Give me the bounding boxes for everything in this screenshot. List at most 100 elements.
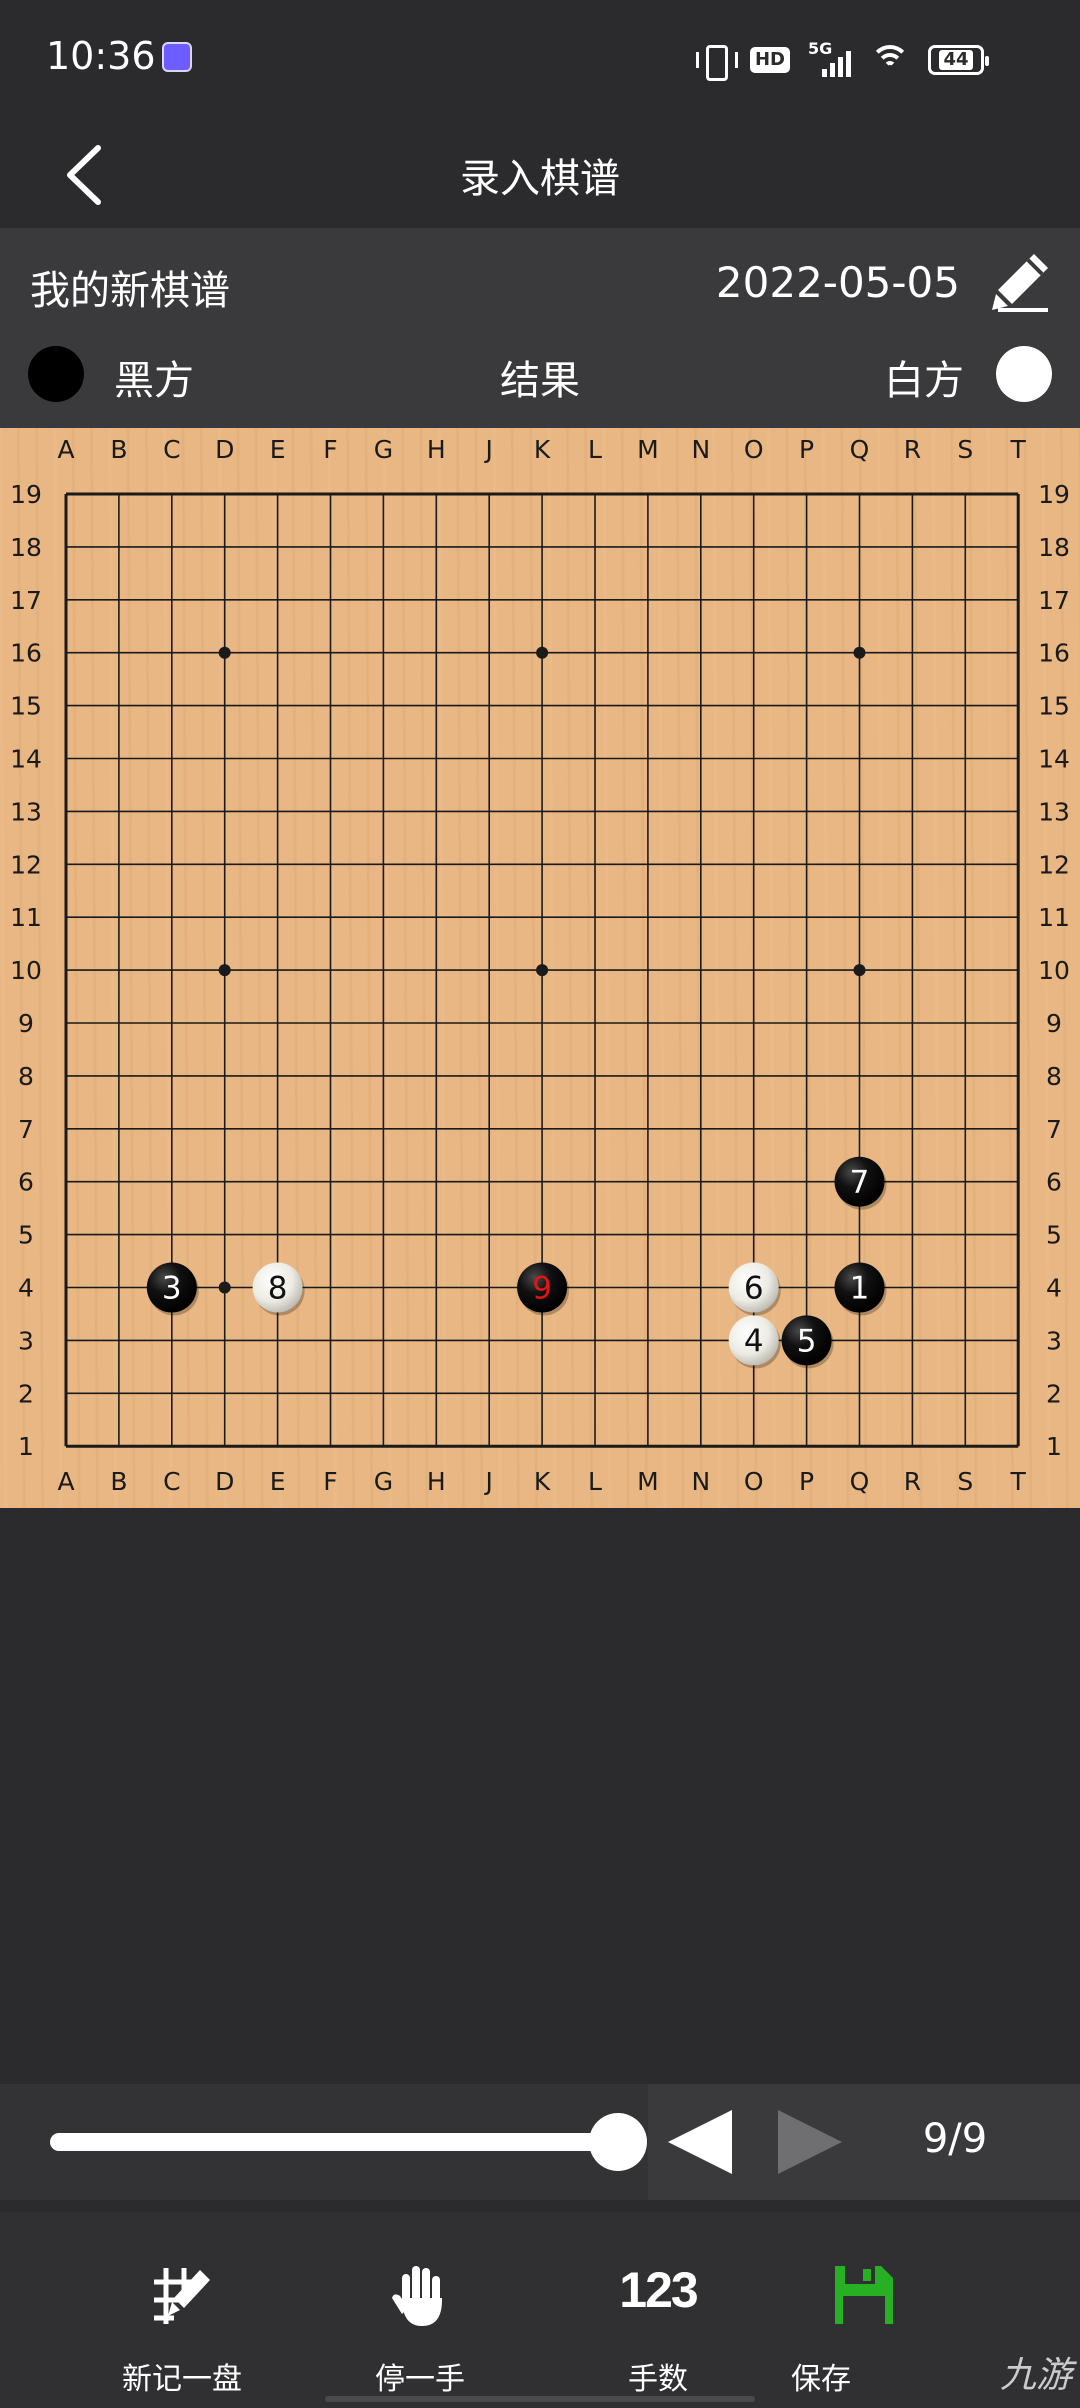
column-label: T (1010, 435, 1027, 464)
status-icons: HD 5G 44 (695, 39, 989, 81)
row-label: 2 (1046, 1379, 1062, 1408)
move-slider-thumb[interactable] (589, 2113, 647, 2171)
move-counter: 9/9 (922, 2116, 988, 2162)
floppy-disk-icon (835, 2266, 893, 2324)
column-label: B (110, 435, 127, 464)
row-label: 9 (18, 1009, 34, 1038)
column-label: S (957, 435, 973, 464)
row-label: 17 (1038, 586, 1070, 615)
star-point (853, 964, 866, 977)
column-label: J (484, 1467, 493, 1496)
hand-icon (392, 2266, 442, 2326)
column-label: P (799, 1467, 814, 1496)
row-label: 6 (18, 1168, 34, 1197)
record-date[interactable]: 2022-05-05 (716, 258, 960, 307)
pencil-icon[interactable] (988, 250, 1052, 314)
column-label: M (637, 435, 659, 464)
column-label: K (534, 1467, 551, 1496)
stone-move-number: 7 (850, 1165, 870, 1201)
star-point (218, 964, 231, 977)
row-label: 7 (1046, 1115, 1062, 1144)
stone-move-number: 9 (532, 1271, 552, 1307)
column-label: L (588, 435, 602, 464)
column-label: P (799, 435, 814, 464)
row-label: 1 (1046, 1432, 1062, 1461)
column-label: L (588, 1467, 602, 1496)
triangle-right-icon (778, 2110, 842, 2174)
row-label: 10 (1038, 956, 1070, 985)
column-label: G (374, 435, 393, 464)
row-label: 19 (1038, 480, 1070, 509)
row-label: 11 (1038, 903, 1070, 932)
column-label: Q (850, 435, 870, 464)
column-label: E (270, 435, 286, 464)
previous-move-button[interactable] (660, 2108, 740, 2176)
row-label: 19 (10, 480, 42, 509)
star-point (218, 646, 231, 659)
app-header: 录入棋谱 (0, 120, 1080, 228)
save-label: 保存 (791, 2362, 851, 2397)
column-label: D (215, 435, 234, 464)
home-indicator[interactable] (325, 2396, 755, 2402)
row-label: 4 (1046, 1274, 1062, 1303)
white-player-label[interactable]: 白方 (884, 348, 964, 406)
row-label: 14 (10, 745, 42, 774)
move-slider-track[interactable] (50, 2133, 620, 2151)
hd-badge: HD (749, 47, 790, 73)
column-label: A (57, 1467, 74, 1496)
column-label: K (534, 435, 551, 464)
pass-button[interactable]: 停一手 (300, 2212, 540, 2408)
notification-app-icon (162, 42, 192, 72)
column-label: C (163, 435, 180, 464)
row-label: 15 (10, 692, 42, 721)
column-label: T (1010, 1467, 1027, 1496)
column-label: C (163, 1467, 180, 1496)
column-label: A (57, 435, 74, 464)
bottom-toolbar: 新记一盘 停一手 123 手数 保存 九游 (0, 2212, 1080, 2408)
column-label: H (427, 1467, 446, 1496)
row-label: 10 (10, 956, 42, 985)
new-record-button[interactable]: 新记一盘 (62, 2212, 302, 2408)
column-label: Q (850, 1467, 870, 1496)
star-point (218, 1281, 231, 1294)
row-label: 3 (18, 1326, 34, 1355)
row-label: 5 (1046, 1221, 1062, 1250)
star-point (853, 646, 866, 659)
new-record-label: 新记一盘 (122, 2362, 242, 2397)
row-label: 12 (1038, 850, 1070, 879)
column-label: F (323, 435, 337, 464)
go-board[interactable]: A A B B C C D D E E F F G G H H J J K K L L M M N N O O P P Q Q R R S S T T 19… (0, 428, 1080, 1508)
column-label: G (374, 1467, 393, 1496)
stone-move-number: 1 (850, 1271, 870, 1307)
row-label: 13 (1038, 797, 1070, 826)
status-bar: 10:36 HD 5G 44 (0, 0, 1080, 120)
row-label: 2 (18, 1379, 34, 1408)
row-label: 1 (18, 1432, 34, 1461)
column-label: R (904, 435, 921, 464)
row-label: 8 (1046, 1062, 1062, 1091)
column-label: H (427, 435, 446, 464)
row-label: 13 (10, 797, 42, 826)
signal-icon: 5G (808, 39, 852, 77)
row-label: 17 (10, 586, 42, 615)
stone-move-number: 3 (162, 1271, 182, 1307)
wifi-icon (870, 43, 910, 77)
row-label: 3 (1046, 1326, 1062, 1355)
star-point (536, 646, 549, 659)
row-label: 18 (10, 533, 42, 562)
column-label: N (691, 435, 710, 464)
column-label: N (691, 1467, 710, 1496)
save-button[interactable]: 保存 (776, 2212, 1016, 2408)
next-move-button[interactable] (770, 2108, 850, 2176)
row-label: 7 (18, 1115, 34, 1144)
go-board-canvas[interactable]: AABBCCDDEEFFGGHHJJKKLLMMNNOOPPQQRRSSTT19… (0, 428, 1080, 1508)
column-label: B (110, 1467, 127, 1496)
record-name[interactable]: 我的新棋谱 (30, 258, 230, 316)
move-navigation-bar: 9/9 (0, 2084, 1080, 2200)
row-label: 6 (1046, 1168, 1062, 1197)
white-player-stone-icon (996, 346, 1052, 402)
status-time: 10:36 (46, 34, 156, 78)
row-label: 18 (1038, 533, 1070, 562)
row-label: 12 (10, 850, 42, 879)
network-type-label: 5G (808, 39, 833, 58)
